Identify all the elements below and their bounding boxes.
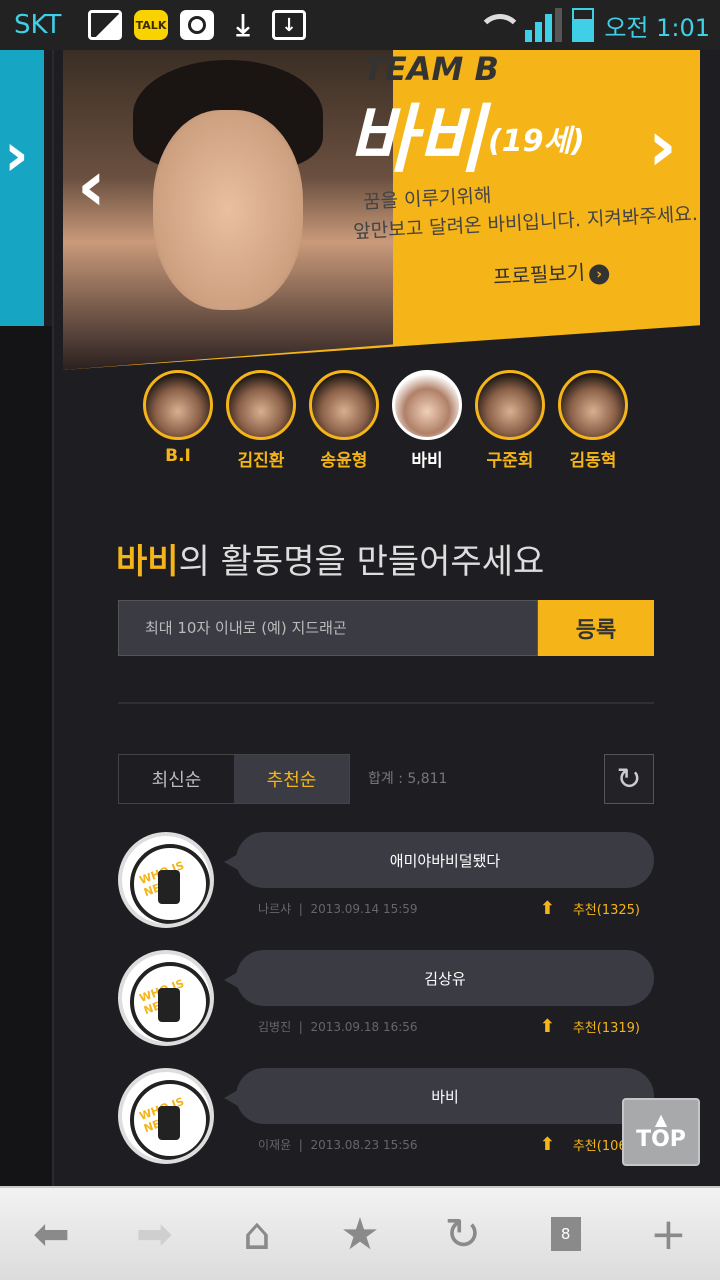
arrow-up-icon: ⬆ [539,1016,555,1037]
vertical-divider [52,50,54,1186]
camera-upload-icon [180,10,214,40]
list-item: WHO IS NEXT 애미야바비덜됐다 나르샤 | 2013.09.14 15… [118,832,658,942]
divider [118,702,654,704]
comment-meta: 이재윤 | 2013.08.23 15:56 [258,1138,418,1152]
avatar: WHO IS NEXT [118,832,214,928]
nickname-input[interactable] [118,600,538,656]
member-item-bobby[interactable]: 바비 [391,370,463,471]
tab-recommended[interactable]: 추천순 [234,755,349,803]
member-item-song-yunhyeong[interactable]: 송윤형 [308,370,380,471]
list-item: WHO IS NEXT 김상유 김병진 | 2013.09.18 16:56 ⬆… [118,950,658,1060]
member-name: 바비 [348,97,485,183]
tab-latest[interactable]: 최신순 [119,755,234,803]
nickname-heading: 바비의 활동명을 만들어주세요 [116,542,545,582]
nickname-form: 등록 [118,600,654,656]
profile-link[interactable]: 프로필보기 › [492,255,610,290]
forward-button[interactable]: ➡ [124,1204,184,1264]
avatar [475,370,545,440]
comment-meta: 김병진 | 2013.09.18 16:56 [258,1020,418,1034]
previous-panel-tab[interactable]: › [0,50,44,326]
list-item: WHO IS NEXT 바비 이재윤 | 2013.08.23 15:56 ⬆추… [118,1068,658,1178]
chevron-right-icon: › [4,120,29,190]
member-item-kim-donghyuk[interactable]: 김동혁 [557,370,629,471]
plus-icon: + [650,1208,687,1260]
carrier-label: SKT [14,10,62,40]
reload-button[interactable]: ↻ [433,1204,493,1264]
battery-icon [572,8,595,42]
member-selector: B.I 김진환 송윤형 바비 구준회 김동혁 [140,370,640,471]
member-item-kim-jinhwan[interactable]: 김진환 [225,370,297,471]
back-button[interactable]: ⬅ [21,1204,81,1264]
tab-count: 8 [550,1217,581,1251]
refresh-button[interactable]: ↻ [604,754,654,804]
member-item-koo-junhoe[interactable]: 구준회 [474,370,546,471]
left-column [0,326,52,1186]
avatar [143,370,213,440]
reload-icon: ↻ [444,1208,482,1260]
member-age: (19세) [488,124,585,159]
total-count: 합계 : 5,811 [368,771,448,787]
arrow-up-icon: ⬆ [539,1134,555,1155]
recommend-button[interactable]: ⬆ 추천(1325) [540,898,640,919]
bookmark-button[interactable]: ★ [330,1204,390,1264]
wifi-lock-icon [475,10,524,40]
clock: 오전 1:01 [604,13,710,42]
member-item-bi[interactable]: B.I [142,370,214,466]
home-icon: ⌂ [243,1208,272,1260]
sort-tabs: 최신순 추천순 [118,754,350,804]
refresh-icon: ↻ [616,761,642,797]
scroll-top-button[interactable]: ▲ TOP [622,1098,700,1166]
status-bar: SKT TALK ⤓ ↓ 오전 1:01 [0,0,720,50]
member-banner: TEAM B 바비 (19세) 꿈을 이루기위해 앞만보고 달려온 바비입니다.… [63,50,700,370]
tabs-button[interactable]: 8 [536,1204,596,1264]
star-icon: ★ [340,1208,380,1260]
comment-text: 애미야바비덜됐다 [224,832,654,888]
member-photo [63,50,393,370]
kakaotalk-icon: TALK [134,10,168,40]
browser-toolbar: ⬅ ➡ ⌂ ★ ↻ 8 + [0,1186,720,1280]
image-icon [88,10,122,40]
new-tab-button[interactable]: + [638,1204,698,1264]
register-button[interactable]: 등록 [538,600,654,656]
download-icon: ⤓ [236,7,250,43]
caret-up-icon: ▲ [654,1109,668,1129]
avatar [309,370,379,440]
avatar [392,370,462,440]
comment-text: 바비 [224,1068,654,1124]
comment-meta: 나르샤 | 2013.09.14 15:59 [258,902,418,916]
prev-member-button[interactable]: ‹ [77,145,106,227]
arrow-right-icon: ➡ [135,1208,173,1260]
signal-icon [525,8,563,42]
avatar: WHO IS NEXT [118,950,214,1046]
avatar: WHO IS NEXT [118,1068,214,1164]
download-box-icon: ↓ [272,10,306,40]
avatar [558,370,628,440]
comment-text: 김상유 [224,950,654,1006]
next-member-button[interactable]: › [648,105,677,187]
recommend-button[interactable]: ⬆ 추천(1319) [540,1016,640,1037]
arrow-up-icon: ⬆ [539,898,555,919]
arrow-left-icon: ⬅ [32,1208,70,1260]
home-button[interactable]: ⌂ [227,1204,287,1264]
chevron-right-icon: › [588,263,610,285]
avatar [226,370,296,440]
